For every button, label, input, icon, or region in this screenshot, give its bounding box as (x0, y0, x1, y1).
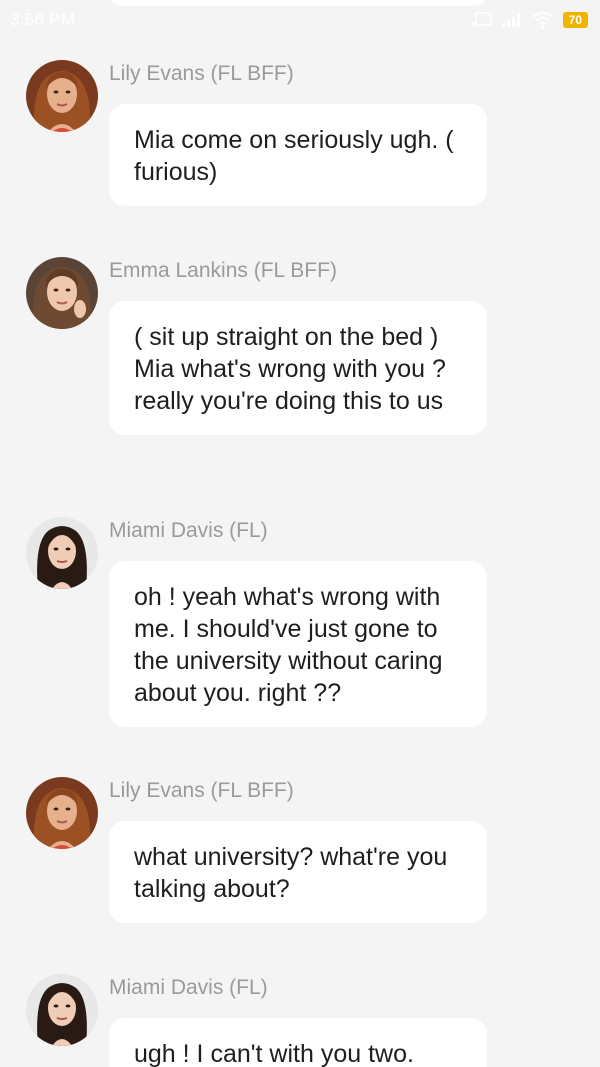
status-time: 3:56 PM (10, 10, 76, 29)
message-item: Emma Lankins (FL BFF) ( sit up straight … (0, 257, 600, 467)
message-bubble[interactable]: Mia come on seriously ugh. ( furious) (109, 104, 487, 206)
message-item: Lily Evans (FL BFF) Mia come on seriousl… (0, 60, 600, 210)
sender-name: Emma Lankins (FL BFF) (109, 259, 337, 282)
sender-name: Miami Davis (FL) (109, 976, 268, 999)
miami-davis-avatar[interactable] (26, 974, 98, 1046)
message-text: oh ! yeah what's wrong with me. I should… (134, 583, 443, 707)
emma-lankins-avatar[interactable] (26, 257, 98, 329)
battery-icon: 70 (562, 12, 588, 28)
signal-icon (501, 12, 523, 28)
message-bubble[interactable]: ( sit up straight on the bed ) Mia what'… (109, 301, 487, 435)
message-bubble[interactable]: ugh ! I can't with you two. (109, 1018, 487, 1067)
cast-icon (470, 12, 493, 28)
message-text: ugh ! I can't with you two. (134, 1040, 414, 1067)
message-text: ( sit up straight on the bed ) Mia what'… (134, 323, 446, 415)
message-item: Miami Davis (FL) oh ! yeah what's wrong … (0, 517, 600, 727)
message-item: Miami Davis (FL) ugh ! I can't with you … (0, 974, 600, 1067)
message-bubble[interactable]: what university? what're you talking abo… (109, 821, 487, 923)
message-text: Mia come on seriously ugh. ( furious) (134, 126, 454, 186)
status-icons: 70 (470, 11, 588, 29)
message-text: what university? what're you talking abo… (134, 843, 448, 903)
status-bar: 3:56 PM 70 (0, 0, 600, 40)
sender-name: Lily Evans (FL BFF) (109, 62, 294, 85)
message-item: Lily Evans (FL BFF) what university? wha… (0, 777, 600, 927)
lily-evans-avatar[interactable] (26, 60, 98, 132)
wifi-icon (531, 11, 555, 29)
sender-name: Lily Evans (FL BFF) (109, 779, 294, 802)
sender-name: Miami Davis (FL) (109, 519, 268, 542)
message-bubble[interactable]: oh ! yeah what's wrong with me. I should… (109, 561, 487, 727)
miami-davis-avatar[interactable] (26, 517, 98, 589)
chat-screen: 3:56 PM 70 Lily Evans (FL BFF) Mia come … (0, 0, 600, 1067)
lily-evans-avatar[interactable] (26, 777, 98, 849)
